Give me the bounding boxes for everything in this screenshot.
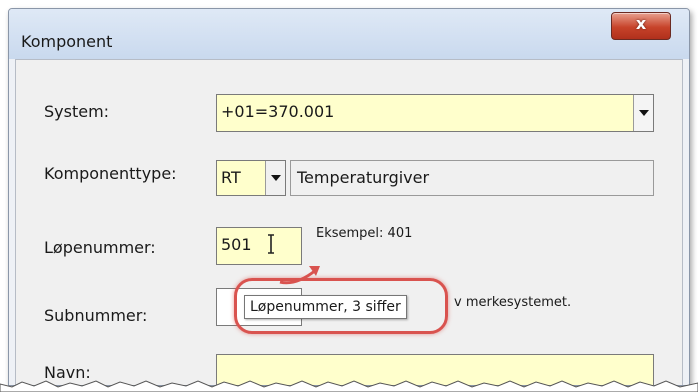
komponenttype-code-value: RT	[221, 168, 241, 187]
komponenttype-code-combobox[interactable]: RT	[216, 160, 286, 196]
close-icon: x	[635, 14, 647, 33]
lopenummer-value: 501	[221, 235, 252, 254]
komponenttype-name-field: Temperaturgiver	[290, 160, 654, 196]
system-value: +01=370.001	[221, 102, 335, 121]
dialog-title: Komponent	[21, 32, 113, 51]
lopenummer-label: Løpenummer:	[44, 238, 156, 257]
komponenttype-name-value: Temperaturgiver	[297, 168, 430, 187]
lopenummer-example: Eksempel: 401	[316, 226, 413, 241]
tooltip-highlight-ring	[234, 278, 448, 334]
form-panel: System: +01=370.001 Komponenttype: RT Te…	[15, 59, 683, 385]
chevron-down-icon	[271, 175, 281, 181]
komponenttype-label: Komponenttype:	[44, 164, 177, 183]
system-label: System:	[44, 102, 110, 121]
text-cursor-icon	[268, 234, 274, 254]
komponenttype-dropdown-button[interactable]	[265, 161, 285, 195]
system-combobox[interactable]: +01=370.001	[216, 94, 654, 132]
callout-arrow-icon	[279, 266, 320, 285]
title-bar: Komponent x	[9, 9, 689, 59]
torn-edge-decoration	[0, 380, 698, 392]
system-dropdown-button[interactable]	[633, 95, 653, 131]
komponent-dialog: Komponent x System: +01=370.001 Komponen…	[8, 8, 690, 386]
chevron-down-icon	[639, 110, 649, 116]
subnummer-hint: v merkesystemet.	[454, 295, 572, 310]
subnummer-label: Subnummer:	[44, 306, 148, 325]
close-button[interactable]: x	[611, 12, 671, 40]
